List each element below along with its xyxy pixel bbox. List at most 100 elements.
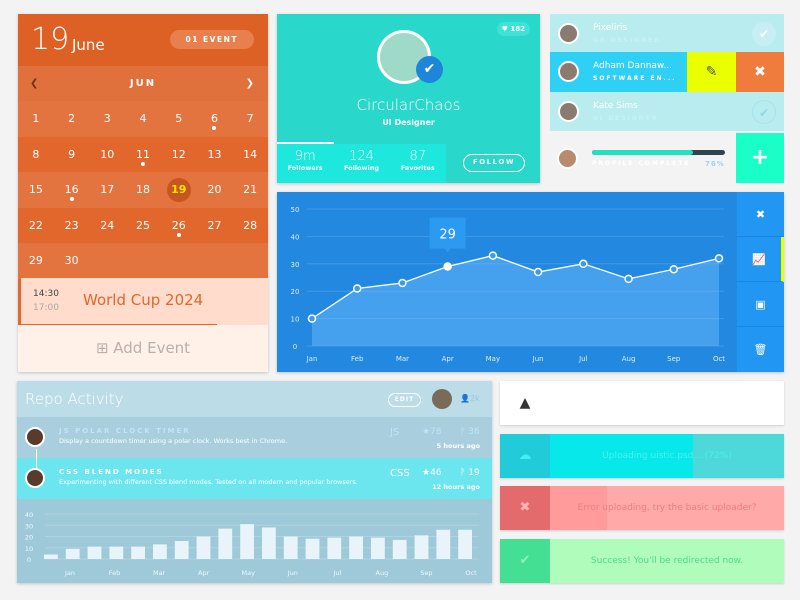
data-point bbox=[714, 254, 724, 263]
calendar-day[interactable]: 9 bbox=[54, 137, 90, 173]
calendar-day[interactable]: 25 bbox=[125, 208, 161, 244]
calendar-day[interactable]: 10 bbox=[89, 137, 125, 173]
calendar-day[interactable]: 22 bbox=[18, 208, 54, 244]
calendar-day[interactable]: 3 bbox=[89, 101, 125, 137]
repo-stars: ★78 bbox=[422, 427, 442, 437]
calendar-day[interactable]: 16 bbox=[54, 172, 90, 208]
calendar-day[interactable]: 21 bbox=[232, 172, 268, 208]
user-row[interactable]: Kate Sims UI DESIGNER ✔ bbox=[550, 92, 784, 131]
bar bbox=[414, 535, 429, 559]
calendar-day[interactable]: 6 bbox=[197, 101, 233, 137]
follow-button[interactable]: FOLLOW bbox=[463, 154, 525, 172]
calendar-day[interactable]: 20 bbox=[197, 172, 233, 208]
user-name: Kate Sims bbox=[593, 101, 638, 111]
user-role: SOFTWARE EN... bbox=[593, 75, 677, 82]
line-chart: 0 10 20 30 40 50 Jan Feb Mar Apr May Jun Jul Aug Sep Oc… bbox=[291, 206, 726, 363]
day-number: 7 bbox=[246, 112, 254, 125]
add-user-button[interactable]: + bbox=[736, 133, 784, 183]
bar bbox=[436, 529, 451, 559]
calendar-week: 29 30 bbox=[18, 243, 268, 279]
close-icon[interactable]: ✖ bbox=[500, 486, 550, 530]
calendar-day[interactable]: 4 bbox=[125, 101, 161, 137]
y-tick-label: 10 bbox=[25, 545, 33, 553]
check-icon[interactable]: ✔ bbox=[752, 100, 776, 124]
calendar-day[interactable]: 8 bbox=[18, 137, 54, 173]
calendar-day[interactable]: 19 bbox=[161, 172, 197, 208]
bar bbox=[371, 537, 385, 559]
event-start: 14:30 bbox=[33, 289, 59, 299]
repo-desc: Display a countdown timer using a polar … bbox=[59, 437, 288, 445]
calendar-day[interactable]: 12 bbox=[161, 137, 197, 173]
day-number: 23 bbox=[64, 218, 79, 232]
stat-value: 124 bbox=[349, 149, 374, 164]
y-tick-label: 0 bbox=[27, 556, 31, 564]
calendar-day[interactable]: 29 bbox=[18, 243, 54, 279]
tooltip-arrow bbox=[444, 248, 451, 253]
stat-following[interactable]: 124 Following bbox=[333, 144, 389, 183]
area-fill bbox=[312, 255, 719, 346]
calendar-day[interactable]: 5 bbox=[161, 101, 197, 137]
event-item[interactable]: 14:30 17:00 World Cup 2024 bbox=[21, 278, 268, 325]
delete-button[interactable]: ✖ bbox=[736, 52, 784, 92]
chevron-right-icon[interactable]: ❯ bbox=[246, 66, 256, 101]
calendar-day[interactable]: 17 bbox=[89, 172, 125, 208]
warning-icon: ▲ bbox=[519, 395, 531, 411]
forks-value: 19 bbox=[468, 468, 480, 478]
day-number: 1 bbox=[32, 112, 40, 125]
repo-time: 12 hours ago bbox=[432, 483, 480, 491]
calendar-day[interactable]: 7 bbox=[232, 101, 268, 137]
day-number: 10 bbox=[100, 147, 115, 161]
repo-row[interactable]: CSS BLEND MODES Experimenting with diffe… bbox=[17, 458, 492, 499]
day-number: 21 bbox=[243, 183, 258, 196]
user-row[interactable]: Pixeliris UX DESIGNER ✔ bbox=[550, 14, 784, 53]
check-icon[interactable]: ✔ bbox=[752, 22, 776, 46]
calendar-day[interactable]: 1 bbox=[18, 101, 54, 137]
repo-lang: JS bbox=[390, 427, 400, 438]
profile-progress-fill bbox=[592, 150, 694, 155]
calendar-day[interactable]: 23 bbox=[54, 208, 90, 244]
calendar-day[interactable]: 26 bbox=[161, 208, 197, 244]
trash-icon[interactable]: 🗑 bbox=[737, 327, 784, 372]
alert-error[interactable]: ✖ Error uploading, try the basic uploader… bbox=[500, 486, 784, 530]
calendar-day[interactable]: 18 bbox=[125, 172, 161, 208]
edit-button[interactable]: EDIT bbox=[388, 393, 421, 407]
calendar-day[interactable]: 28 bbox=[232, 208, 268, 244]
stars-value: 46 bbox=[430, 468, 442, 478]
calendar-day[interactable]: 11 bbox=[125, 137, 161, 173]
calendar-day[interactable]: 15 bbox=[18, 172, 54, 208]
day-number: 13 bbox=[207, 147, 222, 161]
day-number: 26 bbox=[171, 218, 186, 232]
stat-favorites[interactable]: 87 Favorites bbox=[390, 144, 446, 183]
close-icon[interactable]: ✖ bbox=[737, 192, 784, 237]
day-number: 4 bbox=[139, 112, 147, 125]
calendar-day[interactable]: 30 bbox=[54, 243, 90, 279]
chart-icon[interactable]: 📈 bbox=[737, 237, 784, 282]
stat-followers[interactable]: 9m Followers bbox=[277, 144, 333, 183]
event-end: 17:00 bbox=[33, 303, 59, 313]
calendar-day[interactable]: 14 bbox=[232, 137, 268, 173]
data-point bbox=[443, 262, 452, 271]
profile-name: CircularChaos bbox=[356, 96, 461, 114]
money-icon[interactable]: ▣ bbox=[737, 282, 784, 327]
alert-text[interactable]: Error uploading, try the basic uploader? bbox=[550, 486, 784, 530]
stat-label: Favorites bbox=[400, 164, 435, 172]
edit-button[interactable]: ✎ bbox=[687, 52, 736, 92]
verified-check-icon: ✔ bbox=[416, 56, 443, 83]
add-event-button[interactable]: ⊞ Add Event bbox=[18, 325, 268, 372]
event-dot bbox=[69, 197, 74, 201]
calendar-day[interactable]: 13 bbox=[197, 137, 233, 173]
user-row-swiped[interactable]: Adham Dannaw... SOFTWARE EN... bbox=[550, 52, 687, 92]
calendar-day[interactable]: 2 bbox=[54, 101, 90, 137]
bar bbox=[174, 541, 189, 559]
event-count-badge[interactable]: 01 EVENT bbox=[169, 30, 254, 49]
repo-row[interactable]: JS POLAR CLOCK TIMER Display a countdown… bbox=[17, 417, 492, 458]
avatar bbox=[558, 61, 579, 82]
chevron-left-icon[interactable]: ❮ bbox=[30, 66, 40, 101]
y-tick-label: 0 bbox=[293, 343, 297, 351]
bar bbox=[327, 537, 342, 559]
calendar-day[interactable]: 24 bbox=[89, 208, 125, 244]
tooltip-value: 29 bbox=[439, 228, 456, 243]
likes-badge[interactable]: ♥ 182 bbox=[496, 22, 530, 36]
calendar-day[interactable]: 27 bbox=[197, 208, 233, 244]
x-tick-label: Jun bbox=[532, 355, 544, 363]
